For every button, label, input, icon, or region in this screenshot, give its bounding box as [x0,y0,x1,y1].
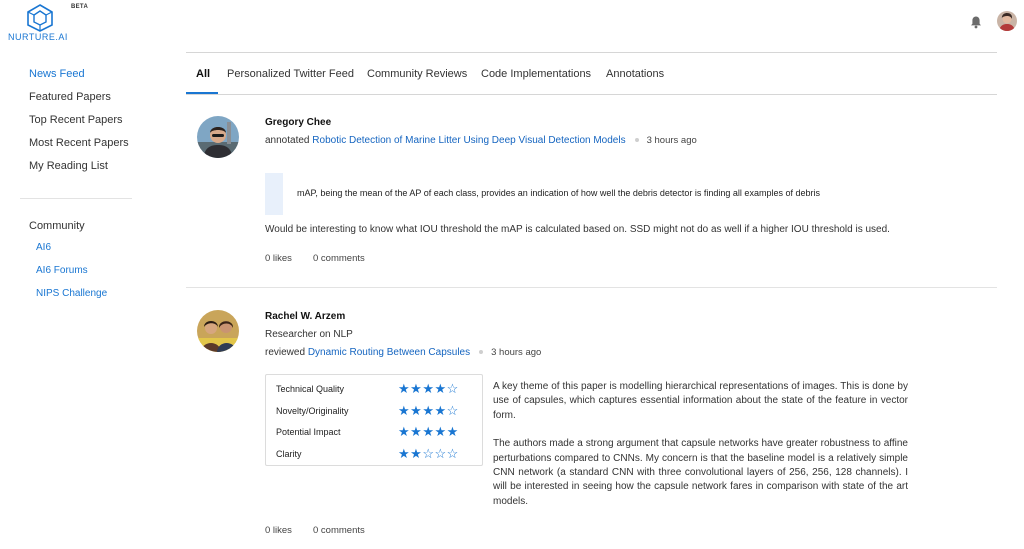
star-empty-icon: ☆ [434,446,447,461]
post-time: 3 hours ago [491,347,542,358]
post-author[interactable]: Gregory Chee [265,117,331,128]
star-filled-icon: ★ [398,381,411,396]
star-rating: ★★☆☆☆ [398,446,459,462]
star-filled-icon: ★ [410,381,423,396]
star-filled-icon: ★ [422,424,435,439]
user-avatar[interactable] [997,11,1017,31]
rating-label: Potential Impact [276,427,341,437]
community-heading: Community [29,220,85,232]
star-filled-icon: ★ [434,381,447,396]
star-filled-icon: ★ [398,403,411,418]
likes-count[interactable]: 0 likes [265,253,292,264]
sidebar-item-ai6[interactable]: AI6 [36,242,51,253]
tab-all[interactable]: All [196,68,210,80]
author-role: Researcher on NLP [265,329,353,340]
star-filled-icon: ★ [422,403,435,418]
post-divider [186,287,997,288]
paper-link[interactable]: Dynamic Routing Between Capsules [308,347,470,358]
post-author[interactable]: Rachel W. Arzem [265,311,345,322]
star-filled-icon: ★ [434,403,447,418]
logo-icon [27,4,53,32]
star-empty-icon: ☆ [446,403,459,418]
review-paragraph: A key theme of this paper is modelling h… [493,381,908,421]
post-action: reviewed [265,347,306,358]
author-avatar[interactable] [197,116,239,158]
separator-dot [479,349,484,354]
likes-count[interactable]: 0 likes [265,525,292,536]
tab-personalized-twitter-feed[interactable]: Personalized Twitter Feed [227,68,354,80]
star-filled-icon: ★ [398,446,411,461]
star-filled-icon: ★ [446,424,459,439]
paper-link[interactable]: Robotic Detection of Marine Litter Using… [312,135,625,146]
star-rating: ★★★★☆ [398,381,459,397]
star-empty-icon: ☆ [422,446,435,461]
logo-text: NURTURE.AI [8,32,68,42]
separator-dot [634,137,639,142]
sidebar-item-my-reading-list[interactable]: My Reading List [29,160,108,172]
tabs-top-divider [186,52,997,53]
rating-label: Novelty/Originality [276,406,349,416]
sidebar-item-nips-challenge[interactable]: NIPS Challenge [36,288,107,299]
post-time: 3 hours ago [646,135,697,146]
tabs-bottom-divider [186,94,997,95]
rating-label: Technical Quality [276,384,345,394]
tab-code-implementations[interactable]: Code Implementations [481,68,591,80]
comments-count[interactable]: 0 comments [313,253,365,264]
star-filled-icon: ★ [410,446,423,461]
post-meta: annotated Robotic Detection of Marine Li… [265,135,697,146]
review-text: A key theme of this paper is modelling h… [493,380,908,509]
review-paragraph: The authors made a strong argument that … [493,438,908,507]
sidebar-item-ai6-forums[interactable]: AI6 Forums [36,265,88,276]
quote-bar [265,173,283,215]
star-empty-icon: ☆ [446,446,459,461]
star-filled-icon: ★ [398,424,411,439]
tab-annotations[interactable]: Annotations [606,68,664,80]
sidebar-item-most-recent-papers[interactable]: Most Recent Papers [29,137,129,149]
comments-count[interactable]: 0 comments [313,525,365,536]
rating-row: Potential Impact ★★★★★ [276,424,476,440]
tab-community-reviews[interactable]: Community Reviews [367,68,467,80]
post-action: annotated [265,135,310,146]
star-filled-icon: ★ [434,424,447,439]
annotation-comment: Would be interesting to know what IOU th… [265,224,890,235]
beta-badge: BETA [71,4,89,10]
rating-row: Clarity ★★☆☆☆ [276,446,476,462]
rating-label: Clarity [276,449,302,459]
rating-row: Technical Quality ★★★★☆ [276,381,476,397]
star-empty-icon: ☆ [446,381,459,396]
star-rating: ★★★★★ [398,424,459,440]
sidebar-item-top-recent-papers[interactable]: Top Recent Papers [29,114,123,126]
sidebar-item-featured-papers[interactable]: Featured Papers [29,91,111,103]
ratings-box: Technical Quality ★★★★☆ Novelty/Original… [265,374,483,466]
star-filled-icon: ★ [422,381,435,396]
sidebar-divider [20,198,132,199]
annotation-quote: mAP, being the mean of the AP of each cl… [297,188,820,198]
star-rating: ★★★★☆ [398,403,459,419]
rating-row: Novelty/Originality ★★★★☆ [276,403,476,419]
star-filled-icon: ★ [410,424,423,439]
star-filled-icon: ★ [410,403,423,418]
post-meta: reviewed Dynamic Routing Between Capsule… [265,347,541,358]
sidebar-item-news-feed[interactable]: News Feed [29,68,85,80]
author-avatar[interactable] [197,310,239,352]
logo[interactable]: NURTURE.AI [8,4,72,44]
bell-icon[interactable] [969,15,983,29]
